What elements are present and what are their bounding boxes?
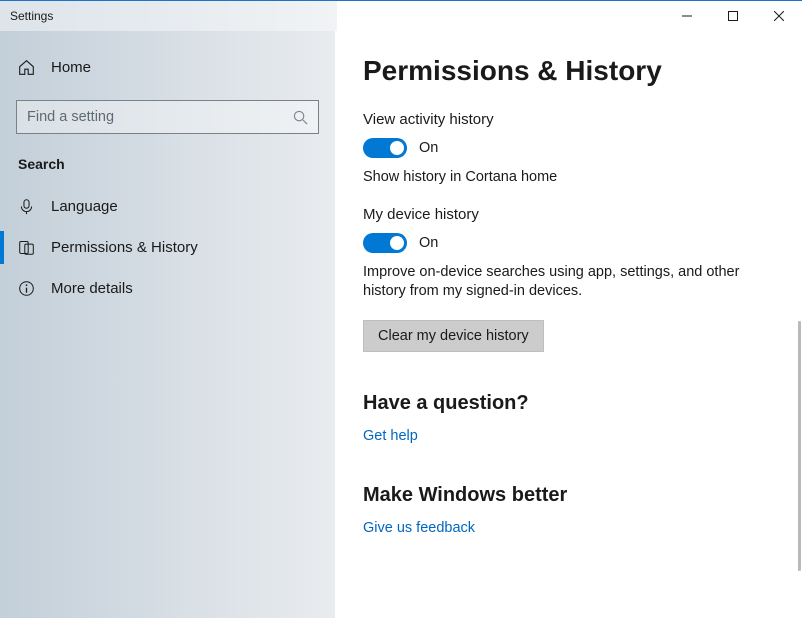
- microphone-icon: [18, 198, 35, 215]
- get-help-link[interactable]: Get help: [363, 428, 418, 444]
- sidebar-item-more-details[interactable]: More details: [0, 268, 335, 309]
- sidebar-item-label: Permissions & History: [51, 239, 198, 256]
- device-history-state: On: [419, 235, 438, 251]
- search-input[interactable]: Find a setting: [16, 100, 319, 134]
- minimize-icon: [682, 11, 692, 21]
- feedback-heading: Make Windows better: [363, 484, 774, 507]
- window-controls: [664, 1, 802, 31]
- give-feedback-link[interactable]: Give us feedback: [363, 520, 475, 536]
- page-title: Permissions & History: [363, 55, 774, 87]
- close-icon: [774, 11, 784, 21]
- sidebar-item-label: More details: [51, 280, 133, 297]
- device-history-desc: Improve on-device searches using app, se…: [363, 263, 774, 302]
- home-icon: [18, 59, 35, 76]
- sidebar-item-label: Language: [51, 198, 118, 215]
- search-icon: [293, 110, 308, 125]
- view-activity-state: On: [419, 140, 438, 156]
- close-button[interactable]: [756, 1, 802, 31]
- sidebar-item-language[interactable]: Language: [0, 186, 335, 227]
- maximize-icon: [728, 11, 738, 21]
- device-history-label: My device history: [363, 206, 774, 223]
- sidebar-item-permissions-history[interactable]: Permissions & History: [0, 227, 335, 268]
- home-nav[interactable]: Home: [0, 53, 335, 82]
- view-activity-toggle[interactable]: [363, 138, 407, 158]
- view-activity-desc: Show history in Cortana home: [363, 168, 774, 188]
- scrollbar-thumb[interactable]: [798, 321, 801, 571]
- minimize-button[interactable]: [664, 1, 710, 31]
- info-icon: [18, 280, 35, 297]
- sidebar: Home Find a setting Search Language Perm…: [0, 31, 335, 618]
- maximize-button[interactable]: [710, 1, 756, 31]
- content-area: Permissions & History View activity hist…: [335, 31, 802, 618]
- titlebar: Settings: [0, 1, 802, 31]
- view-activity-label: View activity history: [363, 111, 774, 128]
- search-placeholder: Find a setting: [27, 109, 293, 125]
- app-title: Settings: [10, 9, 53, 23]
- clear-device-history-button[interactable]: Clear my device history: [363, 320, 544, 352]
- sidebar-section-label: Search: [0, 156, 335, 186]
- permissions-icon: [18, 239, 35, 256]
- device-history-toggle[interactable]: [363, 233, 407, 253]
- question-heading: Have a question?: [363, 392, 774, 415]
- home-label: Home: [51, 59, 91, 76]
